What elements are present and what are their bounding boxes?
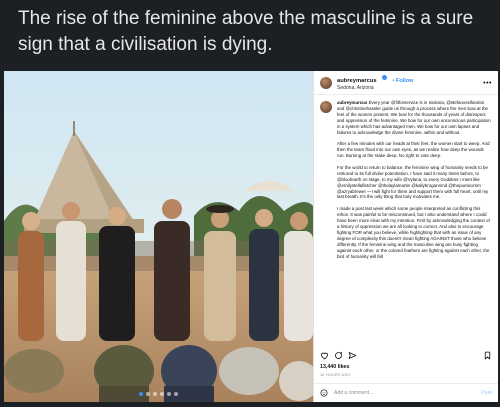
carousel-dot[interactable] [153,392,157,396]
follow-button[interactable]: • Follow [393,78,414,84]
headline: The rise of the feminine above the mascu… [18,8,474,55]
caption-paragraph: After a few minutes with our heads at th… [337,141,490,159]
caption: aubreymarcus Every year @fitforservice i… [314,95,498,345]
carousel-dot[interactable] [146,392,150,396]
comment-icon[interactable] [334,351,343,360]
carousel-dot[interactable] [139,392,143,396]
post-header: aubreymarcus • Follow Sedona, Arizona ••… [314,71,498,95]
instagram-post: aubreymarcus • Follow Sedona, Arizona ••… [4,71,498,402]
carousel-dot[interactable] [174,392,178,396]
avatar[interactable] [320,77,332,89]
post-comment-button[interactable]: Post [481,390,492,396]
like-count[interactable]: 13,440 likes [320,364,349,370]
ceremony-photo [4,71,313,402]
comment-bar: Add a comment... Post [314,383,498,402]
caption-paragraph: I made a post last week which some peopl… [337,206,490,259]
bookmark-icon[interactable] [483,351,492,360]
carousel-dot[interactable] [167,392,171,396]
share-icon[interactable] [348,351,357,360]
comment-input[interactable]: Add a comment... [334,390,481,396]
caption-paragraph: Every year @fitforservice is in Sedona, … [337,100,491,135]
caption-body: aubreymarcus Every year @fitforservice i… [337,100,492,345]
caption-avatar[interactable] [320,101,332,113]
more-options-icon[interactable]: ••• [483,80,492,87]
post-side-panel: aubreymarcus • Follow Sedona, Arizona ••… [313,71,498,402]
follow-label[interactable]: Follow [396,78,413,84]
timestamp: 16 HOURS AGO [320,373,351,377]
heart-icon[interactable] [320,351,329,360]
location[interactable]: Sedona, Arizona [337,85,483,92]
caption-username[interactable]: aubreymarcus [337,100,367,105]
action-bar [320,350,492,360]
carousel-dots [4,392,313,396]
post-photo[interactable] [4,71,313,402]
caption-paragraph: For the world to return to balance, the … [337,164,489,200]
verified-badge-icon [382,75,388,81]
username[interactable]: aubreymarcus [337,78,377,84]
emoji-icon[interactable] [320,389,328,397]
carousel-dot[interactable] [160,392,164,396]
